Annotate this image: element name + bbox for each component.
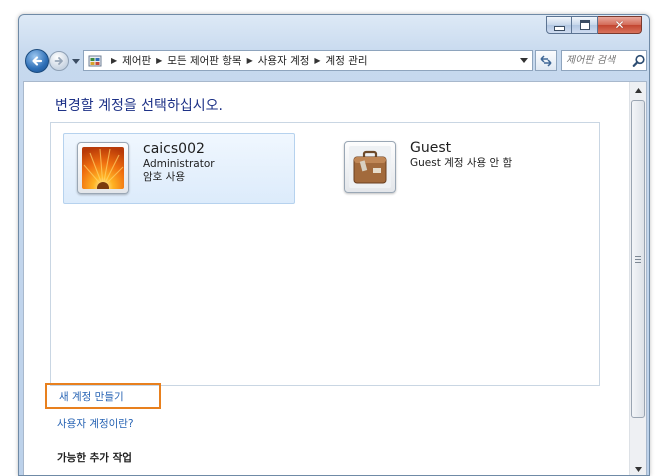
maximize-icon bbox=[579, 20, 590, 30]
account-info: Guest Guest 계정 사용 안 함 bbox=[410, 139, 512, 170]
chevron-up-icon bbox=[634, 88, 642, 93]
control-panel-icon bbox=[88, 54, 104, 68]
close-button[interactable]: ✕ bbox=[598, 16, 642, 34]
breadcrumb-item[interactable]: 계정 관리 bbox=[326, 53, 368, 68]
chevron-down-icon bbox=[634, 467, 642, 472]
account-name: caics002 bbox=[143, 141, 205, 157]
account-status: 암호 사용 bbox=[143, 171, 185, 183]
refresh-button[interactable] bbox=[535, 50, 557, 71]
scroll-down-button[interactable] bbox=[630, 461, 646, 475]
scroll-thumb[interactable] bbox=[631, 100, 645, 418]
address-bar[interactable]: ▶ 제어판 ▶ 모든 제어판 항목 ▶ 사용자 계정 ▶ 계정 관리 bbox=[83, 50, 533, 71]
create-new-account-link[interactable]: 새 계정 만들기 bbox=[45, 383, 161, 409]
avatar bbox=[77, 142, 129, 194]
breadcrumb-item[interactable]: 모든 제어판 항목 bbox=[167, 53, 241, 68]
address-dropdown-button[interactable] bbox=[516, 51, 532, 70]
flower-picture-icon bbox=[82, 147, 124, 189]
account-status: Guest 계정 사용 안 함 bbox=[410, 157, 513, 169]
breadcrumb: ▶ 제어판 ▶ 모든 제어판 항목 ▶ 사용자 계정 ▶ 계정 관리 bbox=[106, 53, 368, 68]
breadcrumb-item[interactable]: 제어판 bbox=[122, 53, 151, 68]
control-panel-window: ✕ ▶ 제어판 ▶ 모든 제어판 항목 ▶ 사용자 계정 ▶ 계정 관리 제어판… bbox=[18, 14, 650, 476]
minimize-icon bbox=[553, 25, 565, 31]
search-input[interactable] bbox=[566, 55, 630, 66]
breadcrumb-separator-icon[interactable]: ▶ bbox=[156, 56, 162, 65]
breadcrumb-separator-icon[interactable]: ▶ bbox=[314, 56, 320, 65]
breadcrumb-separator-icon[interactable]: ▶ bbox=[111, 56, 117, 65]
chevron-down-icon bbox=[520, 57, 528, 63]
minimize-button[interactable] bbox=[546, 16, 572, 34]
account-tile-caics002[interactable]: caics002 Administrator 암호 사용 bbox=[63, 133, 295, 204]
back-arrow-icon bbox=[32, 56, 43, 66]
breadcrumb-item[interactable]: 사용자 계정 bbox=[258, 53, 310, 68]
close-icon: ✕ bbox=[614, 18, 625, 32]
grip-icon bbox=[635, 255, 641, 263]
maximize-button[interactable] bbox=[572, 16, 598, 34]
account-list: caics002 Administrator 암호 사용 Guest Guest… bbox=[50, 122, 600, 386]
back-button[interactable] bbox=[25, 49, 49, 73]
breadcrumb-separator-icon[interactable]: ▶ bbox=[247, 56, 253, 65]
page-title: 변경할 계정을 선택하십시오. bbox=[55, 98, 223, 114]
account-role: Administrator bbox=[143, 158, 215, 170]
additional-tasks-heading: 가능한 추가 작업 bbox=[57, 452, 132, 464]
suitcase-picture-icon bbox=[349, 146, 391, 188]
forward-arrow-icon bbox=[54, 57, 63, 65]
forward-button[interactable] bbox=[49, 51, 69, 71]
vertical-scrollbar[interactable] bbox=[629, 82, 646, 475]
account-info: caics002 Administrator 암호 사용 bbox=[143, 140, 215, 184]
recent-pages-button[interactable] bbox=[71, 57, 81, 67]
scroll-up-button[interactable] bbox=[630, 82, 646, 99]
chevron-down-icon bbox=[72, 59, 80, 64]
navigation-bar: ▶ 제어판 ▶ 모든 제어판 항목 ▶ 사용자 계정 ▶ 계정 관리 bbox=[23, 48, 647, 74]
refresh-icon bbox=[540, 54, 552, 67]
content-area: 변경할 계정을 선택하십시오. caics002 Administrator 암… bbox=[23, 81, 647, 475]
what-is-user-account-link[interactable]: 사용자 계정이란? bbox=[57, 416, 134, 431]
avatar bbox=[344, 141, 396, 193]
caption-buttons: ✕ bbox=[546, 16, 642, 34]
search-box bbox=[561, 50, 647, 71]
account-name: Guest bbox=[410, 140, 452, 156]
account-tile-guest[interactable]: Guest Guest 계정 사용 안 함 bbox=[331, 133, 571, 204]
screenshot-page: ✕ ▶ 제어판 ▶ 모든 제어판 항목 ▶ 사용자 계정 ▶ 계정 관리 제어판… bbox=[0, 0, 668, 476]
search-icon[interactable] bbox=[632, 54, 646, 68]
